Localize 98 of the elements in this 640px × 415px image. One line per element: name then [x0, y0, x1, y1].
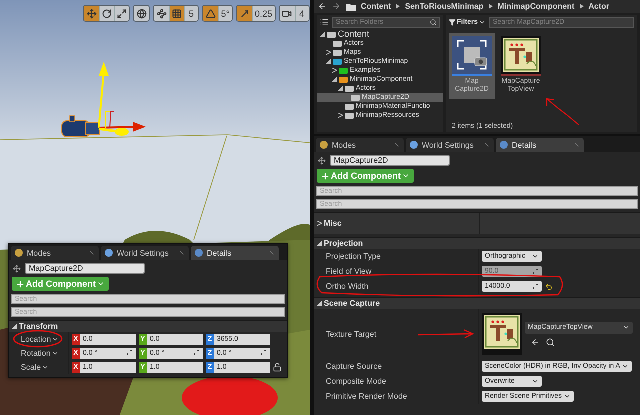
camera-icon: [282, 8, 292, 18]
move-button[interactable]: [84, 6, 99, 21]
scale-button[interactable]: [114, 6, 129, 21]
property-label: Composite Mode: [326, 377, 386, 386]
name-field[interactable]: MapCapture2D: [330, 155, 450, 166]
panel-tab[interactable]: World Settings: [406, 138, 494, 152]
angle-icon: [206, 8, 216, 18]
caret-icon: [532, 253, 539, 260]
caret-icon: [532, 378, 539, 385]
section-header[interactable]: Misc: [314, 212, 640, 234]
reset-icon[interactable]: [545, 282, 553, 290]
actor-icon: [13, 264, 21, 272]
breadcrumb-link[interactable]: MinimapComponent: [498, 2, 575, 11]
unlocked-icon[interactable]: [273, 362, 282, 372]
scale-snap-icon: [240, 8, 250, 18]
panel-tab[interactable]: Modes: [11, 246, 99, 260]
snap-value-button[interactable]: 0.25: [252, 6, 275, 21]
grid-button[interactable]: [169, 6, 184, 21]
expanded-arrow-icon[interactable]: [12, 324, 17, 329]
angle-button[interactable]: [203, 6, 218, 21]
caret-icon: [622, 363, 630, 370]
tab-icon: [15, 249, 23, 257]
camera-asset-icon: [455, 38, 489, 72]
caret-icon: [623, 324, 630, 331]
camera-button[interactable]: [280, 6, 295, 21]
plus-icon: [321, 172, 330, 180]
close-icon[interactable]: [484, 142, 490, 148]
caret-icon: [97, 280, 105, 288]
close-icon[interactable]: [394, 142, 400, 148]
tab-icon: [195, 249, 203, 257]
tab-icon: [105, 249, 113, 257]
search-icon: [430, 19, 437, 26]
collapsed-arrow-icon[interactable]: [332, 68, 337, 73]
breadcrumb-link[interactable]: SenToRiousMinimap: [405, 2, 484, 11]
caret-icon: [479, 19, 486, 26]
expanded-arrow-icon[interactable]: [326, 59, 331, 64]
surface-snap-button[interactable]: [154, 6, 169, 21]
collapsed-arrow-icon[interactable]: [338, 113, 343, 118]
property-label: Field of View: [326, 267, 372, 276]
snap-value-button[interactable]: 5: [184, 6, 198, 21]
rotate-icon: [102, 8, 112, 18]
tab-icon: [500, 141, 508, 149]
tab-icon: [410, 141, 418, 149]
property-label[interactable]: Rotation: [21, 348, 59, 358]
close-icon[interactable]: [574, 142, 580, 148]
back-icon[interactable]: [318, 2, 327, 11]
caret-icon: [402, 172, 410, 180]
property-label[interactable]: Scale: [21, 362, 50, 372]
panel-tab[interactable]: Modes: [316, 138, 404, 152]
move-icon: [86, 8, 96, 18]
property-label: Projection Type: [326, 252, 381, 261]
separator-arrow-icon: [580, 4, 584, 9]
globe-icon: [136, 8, 146, 18]
section-header[interactable]: Transform: [9, 320, 287, 332]
camera-actor-drawing: [62, 116, 100, 138]
globe-button[interactable]: [134, 6, 149, 21]
property-label: Ortho Width: [326, 282, 369, 291]
actor-icon: [318, 156, 326, 164]
property-label: Primitive Render Mode: [326, 392, 408, 401]
plus-icon: [16, 280, 25, 288]
panel-tab[interactable]: Details: [496, 138, 584, 152]
snap-value-button[interactable]: 4: [294, 6, 309, 21]
expanded-arrow-icon[interactable]: [320, 32, 325, 37]
close-icon[interactable]: [89, 250, 95, 256]
property-label: Texture Target: [326, 330, 377, 338]
surface-snap-icon: [156, 8, 166, 18]
list-icon[interactable]: [320, 18, 329, 27]
collapsed-arrow-icon[interactable]: [317, 221, 322, 226]
section-header[interactable]: Scene Capture: [314, 297, 640, 309]
filter-icon: [449, 19, 456, 26]
close-icon[interactable]: [179, 250, 185, 256]
separator-arrow-icon: [396, 4, 400, 9]
forward-icon[interactable]: [332, 2, 341, 11]
property-label: Capture Source: [326, 362, 382, 371]
close-icon[interactable]: [269, 250, 275, 256]
folder-icon: [346, 2, 356, 10]
rotate-button[interactable]: [99, 6, 114, 21]
folder-item[interactable]: Content: [317, 30, 443, 39]
snap-value-button[interactable]: 5°: [218, 6, 232, 21]
section-header[interactable]: Projection: [314, 237, 640, 249]
scale-snap-button[interactable]: [237, 6, 252, 21]
grid-icon: [172, 8, 182, 18]
breadcrumb-link[interactable]: Content: [361, 2, 392, 11]
arrow-left-icon[interactable]: [531, 338, 540, 346]
collapsed-arrow-icon[interactable]: [326, 50, 331, 55]
panel-tab[interactable]: World Settings: [101, 246, 189, 260]
tab-icon: [320, 141, 328, 149]
expanded-arrow-icon[interactable]: [317, 241, 322, 246]
scale-icon: [117, 8, 127, 18]
texture-thumbnail: [503, 37, 539, 73]
expanded-arrow-icon[interactable]: [317, 301, 322, 306]
separator-arrow-icon: [488, 4, 493, 9]
caret-icon: [564, 393, 572, 400]
breadcrumb-link[interactable]: Actor: [588, 2, 610, 11]
panel-tab[interactable]: Details: [191, 246, 279, 260]
name-field[interactable]: MapCapture2D: [25, 263, 145, 274]
texture-thumbnail: [484, 315, 520, 349]
search-icon[interactable]: [546, 338, 555, 346]
